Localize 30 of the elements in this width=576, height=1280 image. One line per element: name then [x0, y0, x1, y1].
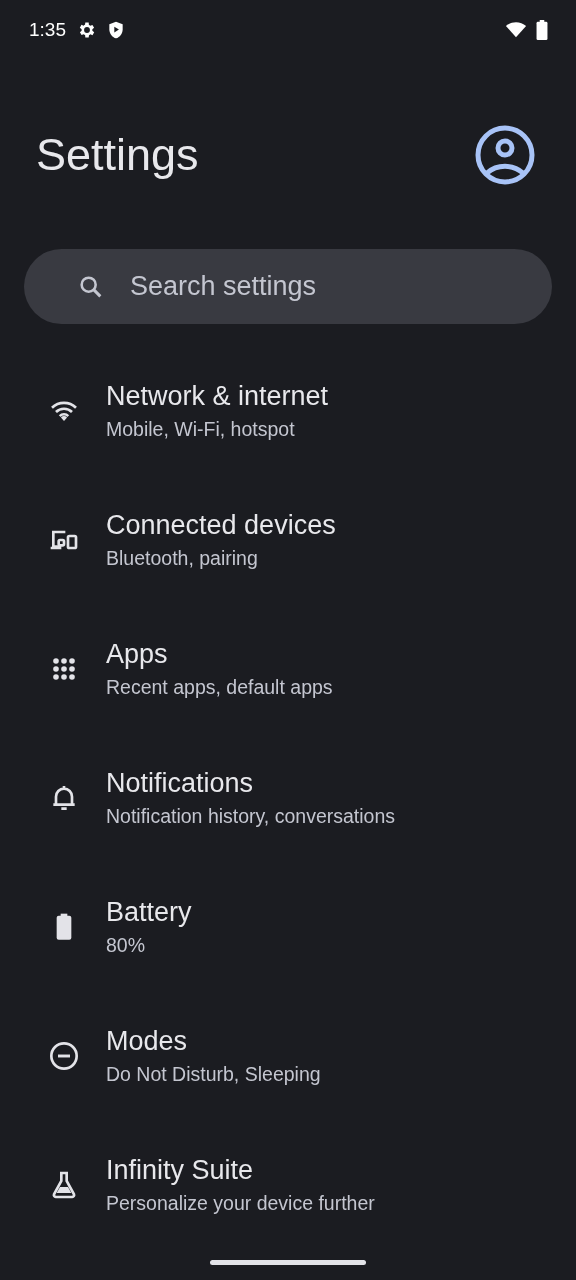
item-title: Notifications — [106, 766, 255, 799]
battery-icon — [536, 20, 548, 40]
item-subtitle: Recent apps, default apps — [106, 674, 333, 700]
item-subtitle: Notification history, conversations — [106, 803, 395, 829]
search-field[interactable]: Search settings — [130, 271, 532, 302]
settings-item[interactable]: Modes Do Not Disturb, Sleeping — [0, 991, 576, 1120]
page-title: Settings — [36, 128, 199, 181]
settings-item[interactable]: Connected devices Bluetooth, pairing — [0, 475, 576, 604]
shield-icon — [106, 20, 126, 40]
settings-item[interactable]: Infinity Suite Personalize your device further — [0, 1120, 576, 1249]
gear-icon — [77, 20, 97, 40]
settings-item[interactable]: Notifications Notification history, conversations — [0, 733, 576, 862]
search-bar[interactable]: Search settings — [24, 249, 552, 324]
settings-item[interactable]: Apps Recent apps, default apps — [0, 604, 576, 733]
item-title: Connected devices — [106, 508, 336, 541]
item-title: Modes — [106, 1024, 189, 1057]
settings-item[interactable]: Network & internet Mobile, Wi‑Fi, hotspot — [0, 346, 576, 475]
item-subtitle: 80% — [106, 932, 147, 958]
item-subtitle: Bluetooth, pairing — [106, 545, 259, 571]
minus-circle-icon — [48, 1039, 80, 1072]
item-subtitle: Mobile, Wi‑Fi, hotspot — [106, 416, 296, 442]
item-subtitle: Personalize your device further — [106, 1190, 375, 1216]
clock: 1:35 — [29, 19, 66, 41]
item-title: Battery — [106, 895, 192, 928]
item-subtitle: Do Not Disturb, Sleeping — [106, 1061, 321, 1087]
item-title: Network & internet — [106, 379, 329, 412]
account-avatar-icon[interactable] — [475, 124, 535, 185]
item-title: Infinity Suite — [106, 1153, 255, 1186]
settings-item[interactable]: Battery 80% — [0, 862, 576, 991]
item-title: Apps — [106, 637, 169, 670]
